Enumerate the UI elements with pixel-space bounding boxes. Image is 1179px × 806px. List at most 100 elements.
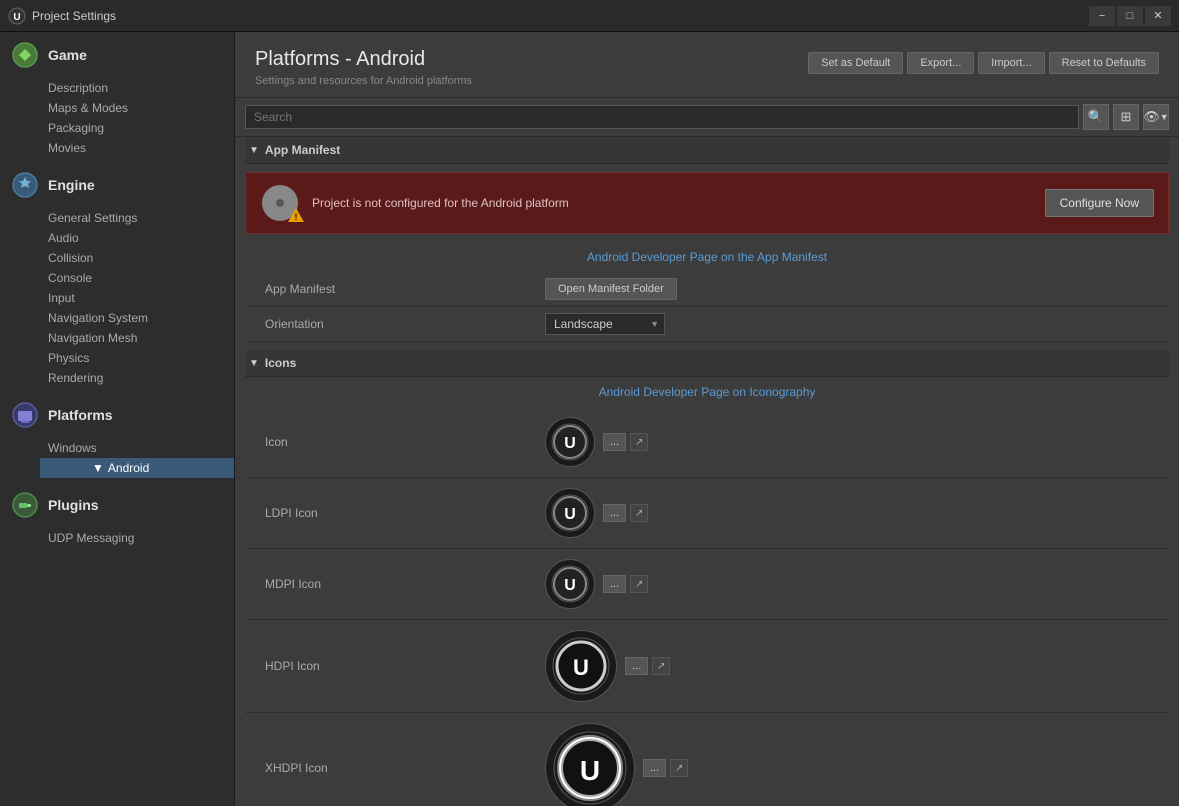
engine-icon xyxy=(10,170,40,200)
configure-now-button[interactable]: Configure Now xyxy=(1045,189,1154,217)
view-options-button[interactable]: 👁 ▼ xyxy=(1143,104,1169,130)
sidebar-item-console[interactable]: Console xyxy=(40,268,234,288)
icons-section-body: Android Developer Page on Iconography Ic… xyxy=(245,377,1169,806)
icon-preview-default: U xyxy=(545,417,595,467)
mdpi-more-button[interactable]: ... xyxy=(603,575,626,593)
app-manifest-android-link[interactable]: Android Developer Page on the App Manife… xyxy=(245,242,1169,272)
icon-more-button[interactable]: ... xyxy=(603,433,626,451)
icon-preview-mdpi: U xyxy=(545,559,595,609)
svg-text:U: U xyxy=(564,577,576,594)
icon-edit-button[interactable]: ↗ xyxy=(630,433,648,451)
icons-section-header[interactable]: ▼ Icons xyxy=(245,350,1169,377)
sidebar-item-general-settings[interactable]: General Settings xyxy=(40,208,234,228)
sidebar-item-physics[interactable]: Physics xyxy=(40,348,234,368)
sidebar-item-movies[interactable]: Movies xyxy=(40,138,234,158)
svg-text:U: U xyxy=(580,755,600,786)
app-manifest-section: ▼ App Manifest xyxy=(245,137,1169,342)
sidebar-game-header[interactable]: Game xyxy=(0,32,234,78)
open-manifest-folder-button[interactable]: Open Manifest Folder xyxy=(545,278,677,300)
sidebar-item-packaging[interactable]: Packaging xyxy=(40,118,234,138)
dropdown-arrow-icon: ▼ xyxy=(1160,112,1169,122)
app-manifest-header[interactable]: ▼ App Manifest xyxy=(245,137,1169,164)
content-header: Platforms - Android Settings and resourc… xyxy=(235,32,1179,98)
svg-text:U: U xyxy=(13,12,20,23)
xhdpi-edit-button[interactable]: ↗ xyxy=(670,759,688,777)
xhdpi-more-button[interactable]: ... xyxy=(643,759,666,777)
warning-message: Project is not configured for the Androi… xyxy=(312,196,1033,210)
window-controls: − □ ✕ xyxy=(1089,6,1171,26)
sidebar-plugins-header[interactable]: Plugins xyxy=(0,482,234,528)
app-manifest-control: Open Manifest Folder xyxy=(545,278,1149,300)
sidebar-platforms-label: Platforms xyxy=(48,407,113,423)
sidebar-item-udp-messaging[interactable]: UDP Messaging xyxy=(40,528,234,548)
sidebar-engine-header[interactable]: Engine xyxy=(0,162,234,208)
export-button[interactable]: Export... xyxy=(907,52,974,74)
search-input[interactable] xyxy=(245,105,1079,129)
icon-label-ldpi: LDPI Icon xyxy=(265,506,545,520)
plugins-icon xyxy=(10,490,40,520)
orientation-control: Landscape Portrait Auto xyxy=(545,313,1149,335)
sidebar-plugins-items: UDP Messaging xyxy=(0,528,234,548)
icon-preview-hdpi: U xyxy=(545,630,617,702)
close-button[interactable]: ✕ xyxy=(1145,6,1171,26)
sidebar-platforms-header[interactable]: Platforms xyxy=(0,392,234,438)
mdpi-edit-button[interactable]: ↗ xyxy=(630,575,648,593)
title-bar: U Project Settings − □ ✕ xyxy=(0,0,1179,32)
svg-text:U: U xyxy=(564,506,576,523)
collapse-arrow-icon: ▼ xyxy=(249,145,259,156)
svg-text:!: ! xyxy=(295,212,298,222)
icons-section: ▼ Icons Android Developer Page on Iconog… xyxy=(245,350,1169,806)
orientation-select[interactable]: Landscape Portrait Auto xyxy=(545,313,665,335)
sidebar-section-plugins: Plugins UDP Messaging xyxy=(0,482,234,548)
app-manifest-body: ! Project is not configured for the Andr… xyxy=(245,172,1169,342)
orientation-row: Orientation Landscape Portrait Auto xyxy=(245,307,1169,342)
sidebar-plugins-label: Plugins xyxy=(48,497,99,513)
warning-icon: ! xyxy=(260,183,300,223)
sidebar-item-android[interactable]: ▼ Android xyxy=(40,458,234,478)
platforms-icon xyxy=(10,400,40,430)
sidebar-item-navigation-mesh[interactable]: Navigation Mesh xyxy=(40,328,234,348)
icon-preview-xhdpi: U xyxy=(545,723,635,806)
set-default-button[interactable]: Set as Default xyxy=(808,52,903,74)
icon-actions-xhdpi: ... ↗ xyxy=(643,759,688,777)
icons-android-link[interactable]: Android Developer Page on Iconography xyxy=(245,377,1169,407)
minimize-button[interactable]: − xyxy=(1089,6,1115,26)
sidebar-item-navigation-system[interactable]: Navigation System xyxy=(40,308,234,328)
svg-text:U: U xyxy=(564,435,576,452)
sidebar-item-collision[interactable]: Collision xyxy=(40,248,234,268)
main-layout: Game Description Maps & Modes Packaging … xyxy=(0,32,1179,806)
import-button[interactable]: Import... xyxy=(978,52,1044,74)
page-title: Platforms - Android xyxy=(255,48,472,71)
sidebar-item-description[interactable]: Description xyxy=(40,78,234,98)
sidebar-engine-items: General Settings Audio Collision Console… xyxy=(0,208,234,388)
ldpi-more-button[interactable]: ... xyxy=(603,504,626,522)
icon-row-default: Icon U ... ↗ xyxy=(245,407,1169,478)
sidebar-platforms-items: Windows ▼ Android xyxy=(0,438,234,478)
sidebar-item-input[interactable]: Input xyxy=(40,288,234,308)
search-icon: 🔍 xyxy=(1088,109,1104,125)
sidebar-item-maps-modes[interactable]: Maps & Modes xyxy=(40,98,234,118)
eye-icon: 👁 xyxy=(1143,109,1160,125)
icon-actions-hdpi: ... ↗ xyxy=(625,657,670,675)
icon-preview-ldpi: U xyxy=(545,488,595,538)
search-button[interactable]: 🔍 xyxy=(1083,104,1109,130)
icon-actions-ldpi: ... ↗ xyxy=(603,504,648,522)
hdpi-edit-button[interactable]: ↗ xyxy=(652,657,670,675)
android-expand-arrow: ▼ xyxy=(92,461,104,475)
icon-label-xhdpi: XHDPI Icon xyxy=(265,761,545,775)
maximize-button[interactable]: □ xyxy=(1117,6,1143,26)
ldpi-edit-button[interactable]: ↗ xyxy=(630,504,648,522)
icon-actions-default: ... ↗ xyxy=(603,433,648,451)
reset-defaults-button[interactable]: Reset to Defaults xyxy=(1049,52,1159,74)
search-bar: 🔍 ⊞ 👁 ▼ xyxy=(235,98,1179,137)
icon-row-xhdpi: XHDPI Icon U ... ↗ xyxy=(245,713,1169,806)
sidebar-item-windows[interactable]: Windows xyxy=(40,438,234,458)
sidebar-game-label: Game xyxy=(48,47,87,63)
hdpi-more-button[interactable]: ... xyxy=(625,657,648,675)
grid-view-button[interactable]: ⊞ xyxy=(1113,104,1139,130)
icon-row-ldpi: LDPI Icon U ... ↗ xyxy=(245,478,1169,549)
app-manifest-row: App Manifest Open Manifest Folder xyxy=(245,272,1169,307)
sidebar-item-rendering[interactable]: Rendering xyxy=(40,368,234,388)
sidebar-game-items: Description Maps & Modes Packaging Movie… xyxy=(0,78,234,158)
sidebar-item-audio[interactable]: Audio xyxy=(40,228,234,248)
